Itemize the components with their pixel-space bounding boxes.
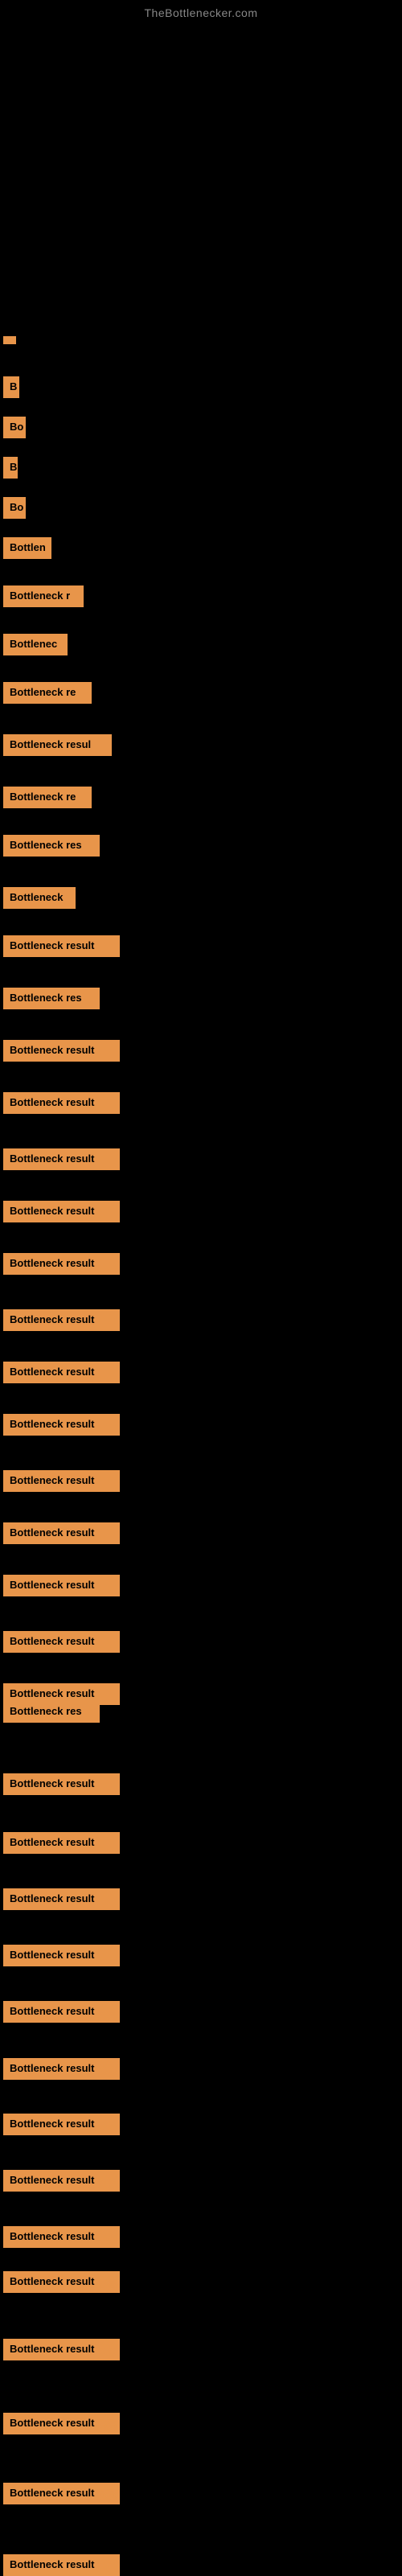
list-item: Bottleneck result [3, 1888, 120, 1910]
list-item: Bottleneck result [3, 1148, 120, 1170]
list-item: Bottleneck result [3, 1773, 120, 1795]
list-item: Bottleneck result [3, 1414, 120, 1436]
list-item: Bottleneck result [3, 1201, 120, 1222]
list-item: Bottleneck result [3, 2170, 120, 2192]
list-item: Bottlenec [3, 634, 68, 655]
list-item: Bottleneck result [3, 2001, 120, 2023]
list-item: Bottleneck result [3, 1522, 120, 1544]
list-item: Bottleneck result [3, 1470, 120, 1492]
list-item: Bottleneck result [3, 2413, 120, 2434]
list-item: Bottleneck result [3, 1092, 120, 1114]
list-item: Bottleneck result [3, 1309, 120, 1331]
list-item: Bottleneck result [3, 2554, 120, 2576]
list-item: Bottleneck result [3, 1575, 120, 1596]
list-item: Bottleneck res [3, 988, 100, 1009]
list-item: Bottleneck result [3, 935, 120, 957]
list-item: Bottleneck result [3, 1832, 120, 1854]
list-item: Bottleneck re [3, 682, 92, 704]
list-item: Bottleneck [3, 887, 76, 909]
list-item: Bottleneck result [3, 2339, 120, 2360]
list-item: B [3, 457, 18, 479]
list-item: Bo [3, 417, 26, 438]
site-title: TheBottlenecker.com [0, 0, 402, 23]
list-item: Bottleneck result [3, 1362, 120, 1383]
list-item: Bo [3, 497, 26, 519]
list-item: Bottleneck result [3, 2226, 120, 2248]
items-container: B Bo B Bo Bottlen Bottleneck r Bottlenec Bottle… [0, 23, 402, 2564]
list-item: Bottleneck result [3, 1253, 120, 1275]
list-item: Bottleneck re [3, 787, 92, 808]
list-item: Bottleneck result [3, 2271, 120, 2293]
list-item [3, 336, 16, 344]
list-item: Bottleneck result [3, 1631, 120, 1653]
list-item: Bottleneck result [3, 1040, 120, 1062]
list-item: Bottleneck result [3, 2058, 120, 2080]
list-item: Bottlen [3, 537, 51, 559]
list-item: Bottleneck r [3, 585, 84, 607]
list-item: Bottleneck resul [3, 734, 112, 756]
list-item: Bottleneck result [3, 1945, 120, 1966]
list-item: Bottleneck result [3, 2483, 120, 2504]
list-item: Bottleneck res [3, 835, 100, 857]
list-item: Bottleneck result [3, 2114, 120, 2135]
list-item: Bottleneck res [3, 1701, 100, 1723]
list-item: B [3, 376, 19, 398]
